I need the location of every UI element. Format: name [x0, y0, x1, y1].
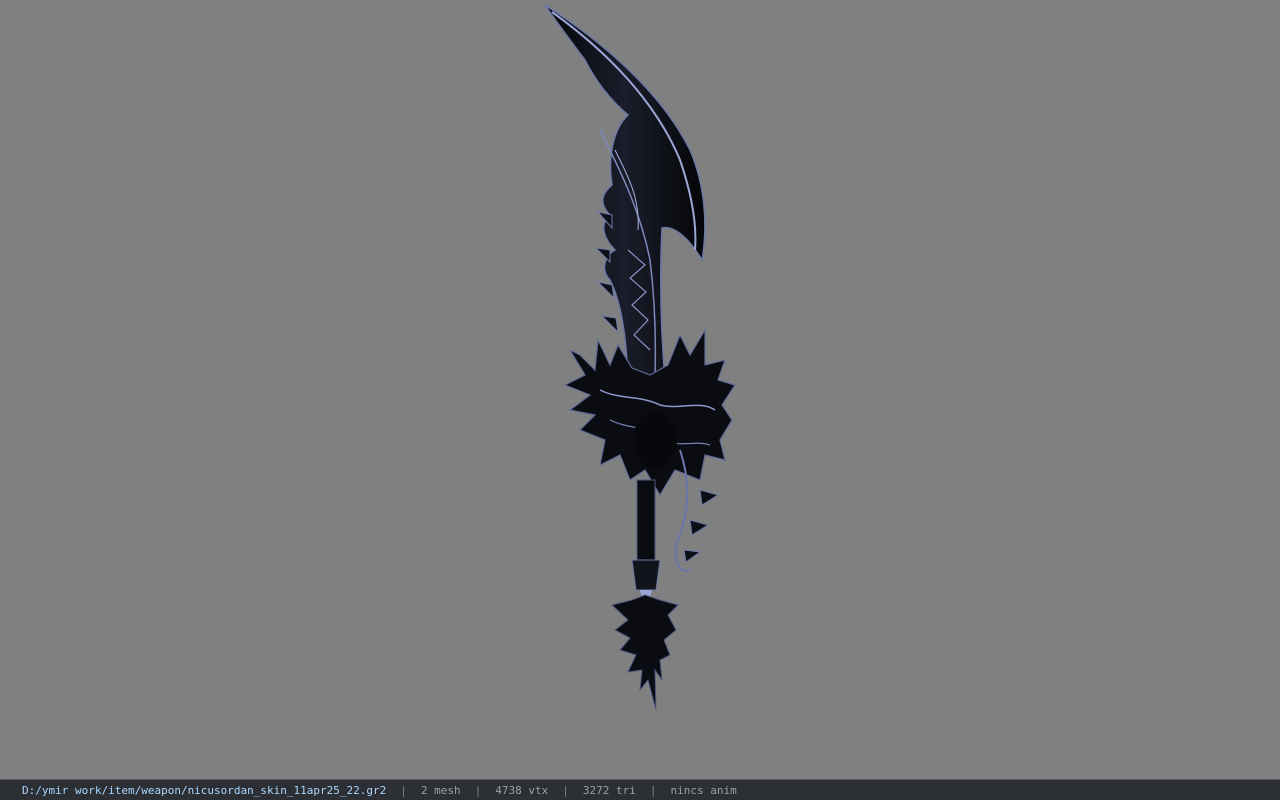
- vertex-count-label: 4738 vtx: [495, 783, 549, 797]
- grip-shape: [636, 479, 656, 561]
- mesh-count-label: 2 mesh: [420, 783, 461, 797]
- file-path-label: D:/ymir work/item/weapon/nicusordan_skin…: [22, 783, 387, 797]
- sword-model-icon: [544, 4, 736, 711]
- triangle-count-label: 3272 tri: [582, 783, 636, 797]
- separator: |: [474, 783, 482, 797]
- animation-status-label: nincs anim: [670, 783, 737, 797]
- pommel-shape: [610, 594, 679, 711]
- 3d-viewport[interactable]: [0, 0, 1280, 779]
- separator: |: [400, 783, 407, 797]
- separator: |: [649, 783, 657, 797]
- separator: |: [562, 783, 569, 797]
- status-bar: D:/ymir work/item/weapon/nicusordan_skin…: [0, 779, 1280, 800]
- blade-shape: [544, 4, 706, 381]
